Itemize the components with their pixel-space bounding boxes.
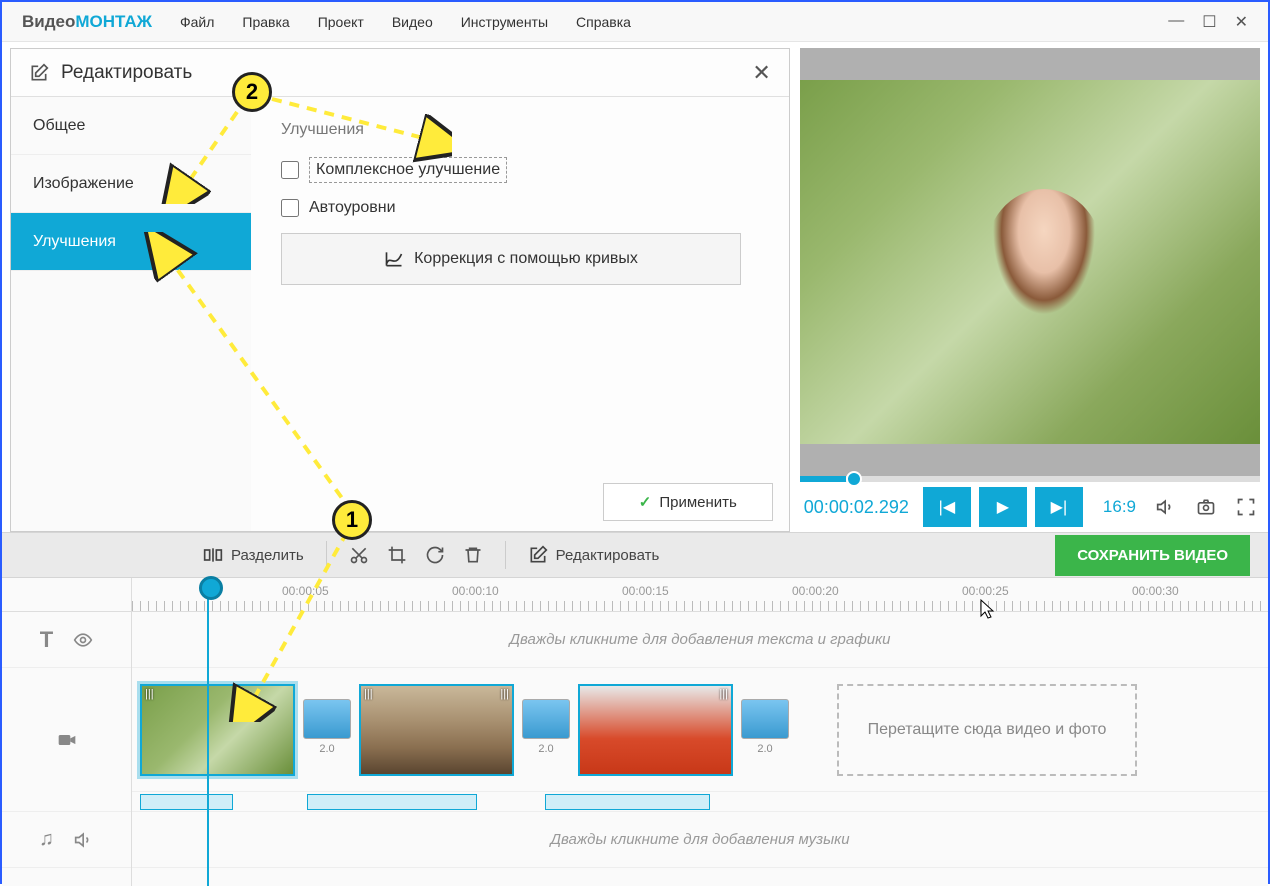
video-clip-2[interactable]: |||||| [359,684,514,776]
letterbox-top [800,48,1260,80]
audio-volume-icon[interactable] [74,830,94,850]
visibility-icon[interactable] [73,630,93,650]
apply-button[interactable]: ✓ Применить [603,483,773,521]
ruler-tick: 00:00:15 [622,584,669,598]
track-labels: T ♫ [2,578,132,886]
annotation-arrow-2 [152,84,452,204]
annotation-arrow-1 [142,232,372,722]
menubar: ВидеоМОНТАЖ Файл Правка Проект Видео Инс… [2,2,1268,42]
crop-icon[interactable] [387,545,407,565]
curves-icon [384,249,404,269]
track-label-video [2,668,131,812]
ruler-tick: 00:00:25 [962,584,1009,598]
close-window-icon[interactable]: ✕ [1235,12,1248,32]
ruler-tick: 00:00:10 [452,584,499,598]
rotate-icon[interactable] [425,545,445,565]
fullscreen-icon[interactable] [1236,497,1256,517]
save-video-button[interactable]: СОХРАНИТЬ ВИДЕО [1055,535,1250,576]
music-track[interactable]: Дважды кликните для добавления музыки [132,812,1268,868]
menu-tools[interactable]: Инструменты [461,14,548,30]
menu-video[interactable]: Видео [392,14,433,30]
volume-icon[interactable] [1156,497,1176,517]
track-label-music: ♫ [2,812,131,868]
next-button[interactable]: ▶| [1035,487,1083,527]
panel-title: Редактировать [61,62,192,84]
preview-area: 00:00:02.292 |◀ ▶ ▶| 16:9 [800,48,1260,532]
music-track-hint: Дважды кликните для добавления музыки [550,831,849,848]
snapshot-icon[interactable] [1196,497,1216,517]
video-dropzone[interactable]: Перетащите сюда видео и фото [837,684,1137,776]
transition-2[interactable]: 2.0 [520,699,572,761]
menu-project[interactable]: Проект [318,14,364,30]
text-track-icon[interactable]: T [40,627,53,653]
prev-button[interactable]: |◀ [923,487,971,527]
menu-file[interactable]: Файл [180,14,214,30]
minimize-icon[interactable]: — [1168,12,1184,32]
menu-edit[interactable]: Правка [242,14,289,30]
panel-close-icon[interactable]: ✕ [752,60,770,86]
edit-clip-button[interactable]: Редактировать [528,545,660,565]
window-controls: — ☐ ✕ [1168,12,1248,32]
annotation-badge-1: 1 [332,500,372,540]
check-icon: ✓ [639,493,652,511]
delete-icon[interactable] [463,545,483,565]
annotation-badge-2: 2 [232,72,272,112]
preview-controls: 00:00:02.292 |◀ ▶ ▶| 16:9 [800,482,1260,532]
music-track-icon[interactable]: ♫ [39,828,54,851]
timecode: 00:00:02.292 [804,497,909,518]
pencil-icon [528,545,548,565]
transition-3[interactable]: 2.0 [739,699,791,761]
aspect-ratio[interactable]: 16:9 [1103,497,1136,517]
track-label-text: T [2,612,131,668]
seek-bar[interactable] [800,476,1260,482]
video-clip-3[interactable]: ||| [578,684,733,776]
text-track-hint: Дважды кликните для добавления текста и … [509,631,890,648]
preview-video[interactable] [800,48,1260,476]
ruler-tick: 00:00:30 [1132,584,1179,598]
app-logo: ВидеоМОНТАЖ [22,12,152,32]
video-frame [800,80,1260,444]
letterbox-bottom [800,444,1260,476]
maximize-icon[interactable]: ☐ [1202,12,1216,32]
ruler-tick: 00:00:20 [792,584,839,598]
seek-handle[interactable] [846,471,862,487]
cursor-icon [977,598,997,622]
menu-help[interactable]: Справка [576,14,631,30]
video-track-icon[interactable] [57,730,77,750]
clip-audio-track[interactable] [132,792,1268,812]
play-button[interactable]: ▶ [979,487,1027,527]
edit-icon [29,63,49,83]
seek-progress [800,476,846,482]
